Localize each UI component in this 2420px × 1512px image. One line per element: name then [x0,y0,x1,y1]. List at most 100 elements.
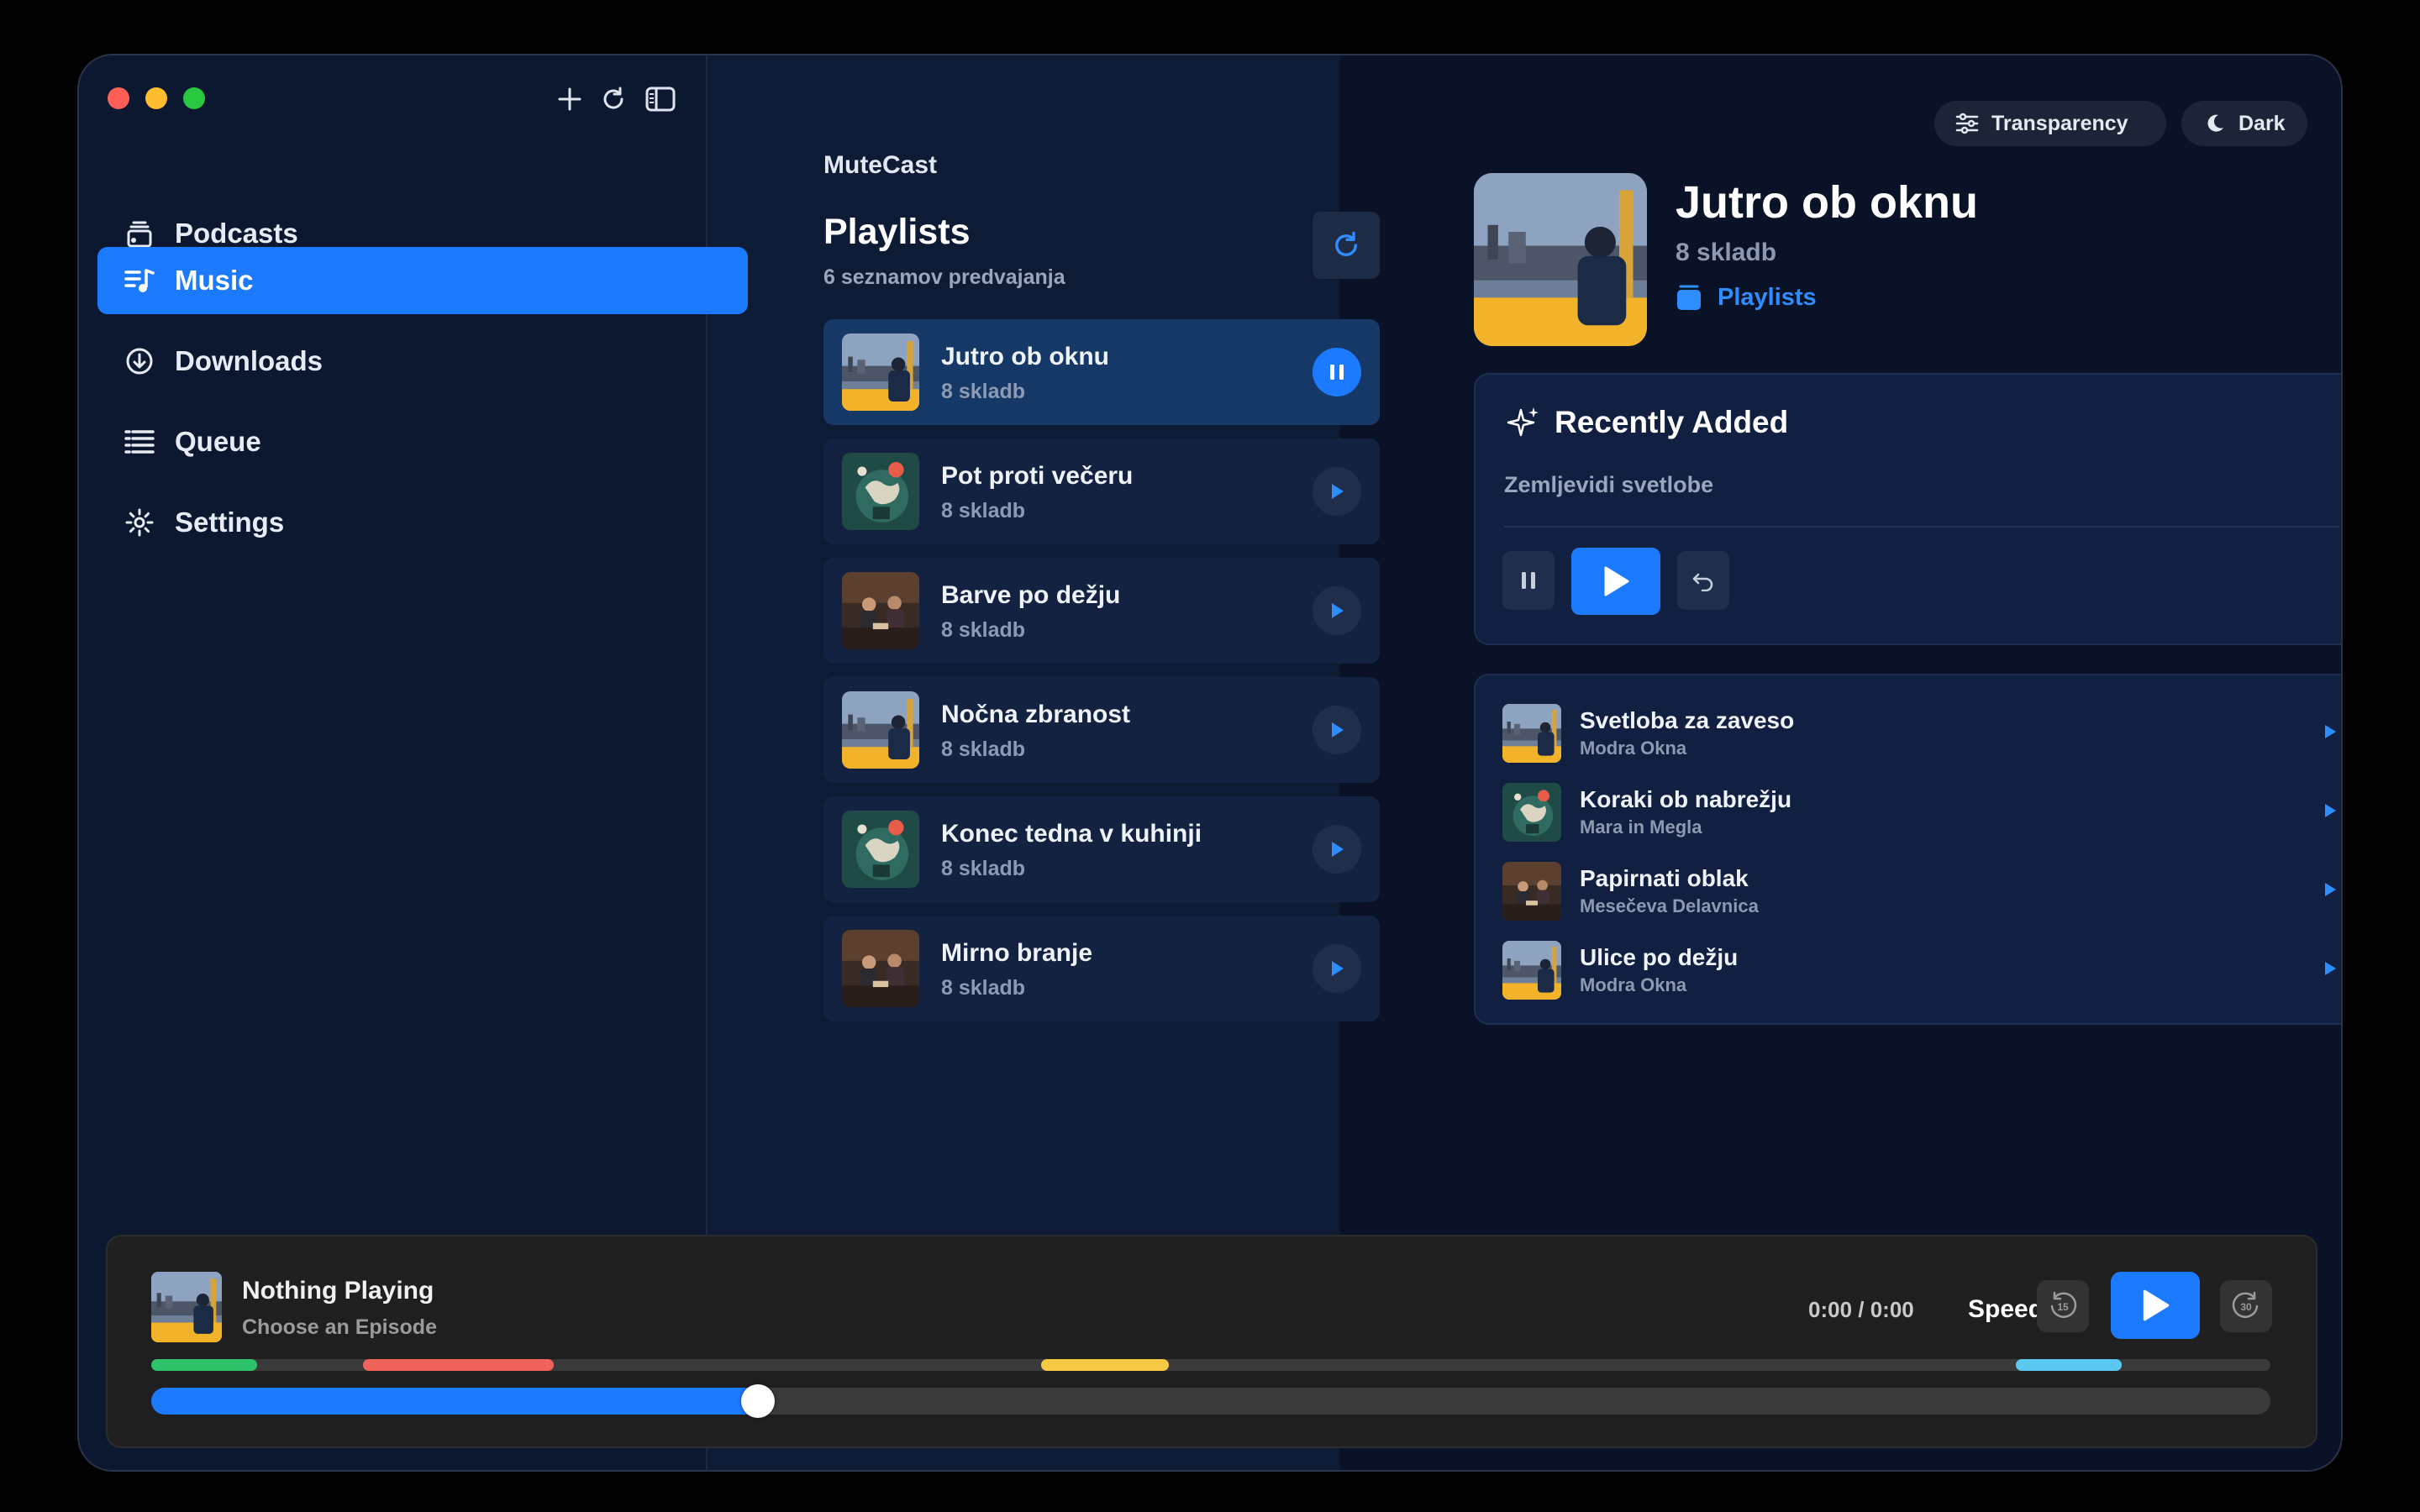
playlist-artwork [842,453,919,530]
app-title: MuteCast [823,151,938,179]
sidebar-toggle-icon[interactable] [642,81,679,118]
window-zoom-button[interactable] [183,87,205,109]
chapter-segment[interactable] [2016,1359,2123,1371]
playlist-count: 8 skladb [941,618,1026,642]
pause-button[interactable] [1502,551,1555,610]
refresh-playlists-button[interactable] [1313,212,1380,279]
play-button[interactable] [1571,548,1660,615]
recently-added-title: Recently Added [1555,405,1789,439]
playlist-card[interactable]: Mirno branje 8 skladb [823,916,1380,1021]
chapter-segment[interactable] [1041,1359,1169,1371]
playlist-name: Pot proti večeru [941,462,1134,490]
playlist-card[interactable]: Konec tedna v kuhinji 8 skladb [823,796,1380,902]
pause-icon [1522,572,1535,589]
play-icon [2325,962,2336,975]
sidebar-item-settings[interactable]: Settings [97,489,687,556]
playlist-card[interactable]: Barve po dežju 8 skladb [823,558,1380,664]
progress-bar[interactable] [151,1384,2270,1418]
sliders-icon [1953,109,1981,138]
skip-forward-button[interactable]: 30 [2220,1280,2272,1332]
track-artist: Modra Okna [1580,974,1687,995]
play-button[interactable] [1313,467,1361,516]
play-button[interactable] [1313,706,1361,754]
playlist-artwork [842,811,919,888]
playlist-count: 8 skladb [941,857,1026,880]
playlist-card[interactable]: Pot proti večeru 8 skladb [823,438,1380,544]
play-icon [1332,484,1344,499]
playlist-title: Jutro ob oknu [1676,177,1978,228]
play-icon [1332,603,1344,618]
transparency-toggle[interactable]: Transparency [1934,101,2166,146]
playlist-artwork [1474,173,1647,346]
playlist-name: Konec tedna v kuhinji [941,820,1202,848]
theme-label: Dark [2238,111,2286,135]
sidebar-item-downloads[interactable]: Downloads [97,328,687,395]
playlist-card[interactable]: Nočna zbranost 8 skladb [823,677,1380,783]
pause-icon [1330,365,1344,380]
track-list-panel: Svetloba za zaveso Modra Okna Koraki ob na… [1474,674,2341,1025]
playlist-track-count: 8 skladb [1676,239,1777,266]
speed-button[interactable]: Speed [1968,1295,2044,1324]
track-title: Svetloba za zaveso [1580,707,1795,733]
sidebar-item-label: Downloads [175,345,324,376]
skip-back-button[interactable]: 15 [2037,1280,2089,1332]
playlist-name: Jutro ob oknu [941,343,1109,370]
playlist-artwork [842,930,919,1007]
transparency-label: Transparency [1991,111,2128,135]
chapter-segment[interactable] [151,1359,258,1371]
track-play-button[interactable] [2317,877,2341,902]
track-play-button[interactable] [2317,956,2341,981]
play-button[interactable] [1313,944,1361,993]
play-icon [2325,883,2336,896]
main-play-button[interactable] [2111,1272,2200,1339]
playlist-artwork [842,333,919,411]
track-play-button[interactable] [2317,798,2341,823]
track-row[interactable]: Koraki ob nabrežju Mara in Megla [1502,780,2341,843]
track-title: Papirnati oblak [1580,865,1749,891]
progress-fill [151,1388,762,1415]
play-icon [1332,842,1344,857]
sidebar-item-label: Queue [175,426,261,457]
progress-knob[interactable] [741,1384,776,1418]
sidebar-item-queue[interactable]: Queue [97,408,687,475]
track-row[interactable]: Ulice po dežju Modra Okna [1502,937,2341,1001]
time-readout: 0:00 / 0:00 [1808,1297,1914,1322]
theme-toggle[interactable]: Dark [2181,101,2307,146]
playlist-count: 8 skladb [941,738,1026,761]
track-artist: Mesečeva Delavnica [1580,895,1759,916]
track-play-button[interactable] [2317,719,2341,744]
sidebar-item-music[interactable]: Music [97,247,748,314]
track-artwork [1502,783,1561,842]
refresh-icon[interactable] [595,81,632,118]
now-playing-subtitle: Choose an Episode [242,1315,437,1339]
player-bar: Nothing Playing Choose an Episode 0:00 /… [106,1235,2317,1448]
undo-icon [1692,573,1713,591]
playlist-name: Mirno branje [941,939,1093,967]
chapter-markers[interactable] [151,1359,2270,1371]
pause-button[interactable] [1313,348,1361,396]
chapter-segment[interactable] [363,1359,555,1371]
window-close-button[interactable] [108,87,129,109]
playlists-link-label: Playlists [1718,283,1817,311]
window-minimize-button[interactable] [145,87,167,109]
sidebar-item-label: Settings [175,507,285,538]
plus-icon[interactable] [551,81,588,118]
track-row[interactable]: Svetloba za zaveso Modra Okna [1502,701,2341,764]
svg-text:15: 15 [2057,1301,2069,1313]
play-icon [1332,722,1344,738]
undo-button[interactable] [1677,551,1729,610]
play-button[interactable] [1313,825,1361,874]
playlists-link[interactable]: Playlists [1676,281,1817,314]
download-circle-icon [119,341,160,381]
recently-added-panel: Recently Added Zemljevidi svetlobe [1474,373,2341,645]
recently-added-subtitle: Zemljevidi svetlobe [1504,472,1714,497]
playlist-count: 8 skladb [941,976,1026,1000]
playlist-count: 8 skladb [941,380,1026,403]
playlist-artwork [842,572,919,649]
track-row[interactable]: Papirnati oblak Mesečeva Delavnica [1502,858,2341,922]
sidebar-item-label: Podcasts [175,218,298,249]
track-artwork [1502,941,1561,1000]
playlist-card[interactable]: Jutro ob oknu 8 skladb [823,319,1380,425]
playlist-artwork [842,691,919,769]
play-button[interactable] [1313,586,1361,635]
